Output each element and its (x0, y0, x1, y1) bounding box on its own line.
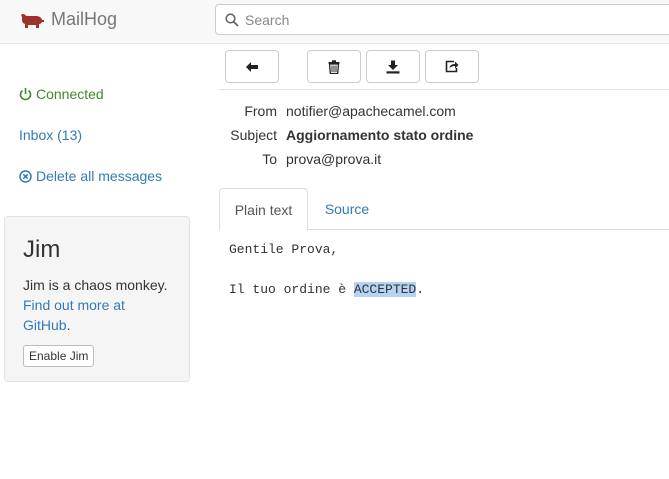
message-toolbar (219, 44, 669, 90)
jim-github-link[interactable]: Find out more at GitHub (23, 297, 125, 333)
message-tabs: Plain text Source (219, 188, 669, 231)
delete-all-link[interactable]: Delete all messages (19, 168, 162, 184)
jim-description: Jim is a chaos monkey. Find out more at … (23, 275, 171, 335)
back-arrow-icon (246, 61, 258, 72)
message-line-2-prefix: Il tuo ordine è (229, 282, 354, 297)
jim-desc-text: Jim is a chaos monkey. (23, 277, 168, 293)
back-button[interactable] (225, 50, 279, 83)
jim-panel: Jim Jim is a chaos monkey. Find out more… (4, 216, 190, 382)
release-button[interactable] (425, 50, 479, 83)
to-value: prova@prova.it (286, 151, 382, 167)
connected-status: Connected (19, 86, 104, 102)
delete-button[interactable] (307, 50, 361, 83)
power-icon (19, 88, 32, 101)
from-value: notifier@apachecamel.com (286, 103, 456, 119)
jim-link-suffix: . (66, 317, 71, 333)
pig-icon (21, 13, 44, 28)
brand-text: MailHog (51, 9, 118, 29)
download-icon (386, 60, 400, 73)
message-line-1: Gentile Prova, (229, 242, 339, 257)
subject-value: Aggiornamento stato ordine (286, 127, 474, 143)
inbox-link[interactable]: Inbox (13) (19, 127, 82, 143)
enable-jim-button[interactable]: Enable Jim (23, 345, 95, 367)
subject-label: Subject (230, 127, 277, 143)
message-line-2-suffix: . (416, 282, 425, 297)
brand[interactable]: MailHog (19, 9, 117, 30)
from-label: From (244, 103, 277, 119)
to-label: To (262, 151, 277, 167)
release-icon (445, 60, 459, 73)
message-line-2: Il tuo ordine è ACCEPTED. (229, 282, 424, 297)
download-button[interactable] (366, 50, 420, 83)
jim-title: Jim (23, 236, 61, 263)
navbar: MailHog (0, 0, 669, 44)
close-circle-icon (19, 169, 32, 183)
delete-all-label[interactable]: Delete all messages (36, 168, 162, 184)
highlighted-status: ACCEPTED (353, 282, 417, 297)
search-box[interactable] (215, 4, 669, 35)
tab-source[interactable]: Source (312, 188, 382, 230)
tab-plain-text[interactable]: Plain text (219, 188, 308, 231)
inbox-label[interactable]: Inbox (13) (19, 127, 82, 143)
trash-icon (328, 59, 340, 74)
connected-label: Connected (36, 86, 104, 102)
search-input[interactable] (245, 11, 665, 28)
search-icon (225, 12, 239, 27)
